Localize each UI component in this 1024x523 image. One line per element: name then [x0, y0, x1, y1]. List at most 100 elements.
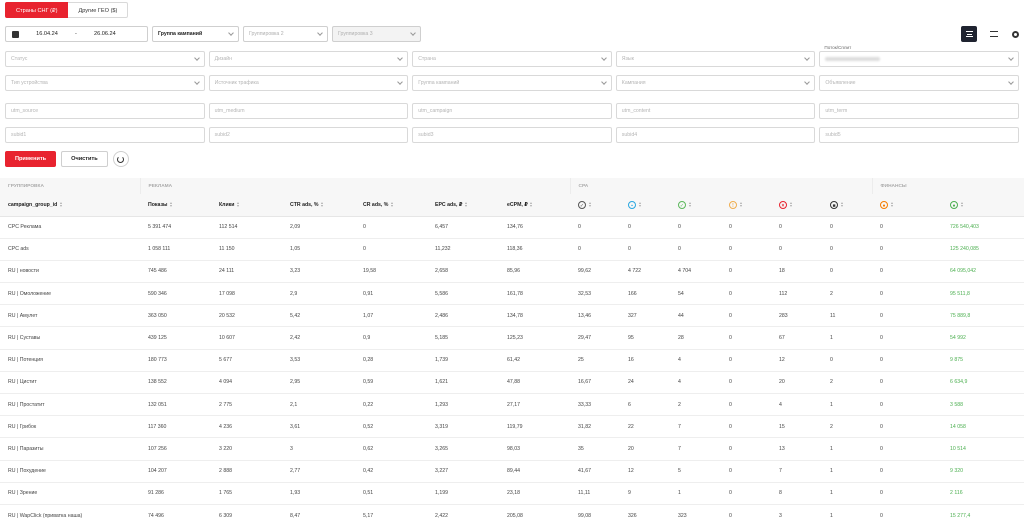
table-row[interactable]: RU | WapClick (приватка наша) 74 496 6 309…: [0, 504, 1024, 523]
table-row[interactable]: RU | Грибок 117 360 4 236 3,61 0,52 3,319 119,…: [0, 415, 1024, 439]
table-cell: 11: [822, 304, 873, 328]
table-cell: 363 050: [140, 304, 211, 328]
column-header[interactable]: Клики: [211, 194, 282, 217]
column-header[interactable]: ●: [942, 194, 1024, 217]
column-header[interactable]: ✓: [570, 194, 620, 217]
table-cell: 24 111: [211, 260, 282, 284]
grouping-3-select[interactable]: Группировка 3: [332, 26, 421, 42]
table-row[interactable]: RU | Омоложение 590 346 17 098 2,9 0,91 5,586…: [0, 282, 1024, 306]
table-cell: 0: [670, 216, 721, 239]
campaign-group-select[interactable]: Группа кампаний: [412, 75, 612, 91]
column-header[interactable]: ▪: [620, 194, 670, 217]
table-cell: 11,232: [427, 238, 499, 261]
utm-campaign-input[interactable]: utm_campaign: [412, 103, 612, 119]
table-cell: 3,319: [427, 415, 499, 439]
table-cell: 2,77: [282, 460, 355, 483]
table-row[interactable]: CPC ads 1 058 111 11 150 1,05 0 11,232 118,36 0…: [0, 238, 1024, 261]
sort-icon: [739, 202, 743, 208]
table-cell: 54: [670, 282, 721, 306]
table-row[interactable]: RU | новости 745 486 24 111 3,23 19,58 2,658 8…: [0, 260, 1024, 284]
utm-medium-input[interactable]: utm_medium: [208, 103, 409, 119]
language-select[interactable]: Язык: [615, 51, 816, 67]
ad-select[interactable]: Объявление: [819, 75, 1019, 91]
filter-toggle-button[interactable]: [961, 26, 977, 42]
utm-term-input[interactable]: utm_term: [819, 103, 1019, 119]
table-cell: 3,23: [282, 260, 355, 284]
table-cell: 0: [620, 238, 670, 261]
table-cell: 327: [620, 304, 670, 328]
table-cell: 91 286: [140, 482, 211, 505]
table-cell: 104 207: [140, 460, 211, 483]
table-row[interactable]: RU | Цистит 138 552 4 094 2,95 0,59 1,621 47,8…: [0, 371, 1024, 395]
status-select[interactable]: Статус: [5, 51, 205, 67]
country-select[interactable]: Страна: [412, 51, 612, 67]
utm-source-input[interactable]: utm_source: [5, 103, 205, 119]
table-cell: 4 722: [620, 260, 670, 284]
subid1-input[interactable]: subid1: [5, 127, 205, 143]
column-header[interactable]: EPC ads, ₽: [427, 194, 499, 217]
column-header[interactable]: ×: [771, 194, 822, 217]
table-cell: 2: [822, 371, 873, 395]
clear-button[interactable]: Очистить: [61, 151, 108, 167]
table-cell: 1: [822, 504, 873, 523]
column-header[interactable]: !: [721, 194, 771, 217]
subid4-input[interactable]: subid4: [615, 127, 816, 143]
chevron-down-icon: [410, 30, 416, 36]
column-settings-button[interactable]: [986, 26, 1002, 42]
table-cell: 85,96: [499, 260, 570, 284]
flow-split-select[interactable]: Поток/Сплит: [819, 45, 1019, 67]
column-header[interactable]: eCPM, ₽: [499, 194, 570, 217]
stats-table: ГРУППИРОВКА РЕКЛАМА CPA ФИНАНСЫ campaign…: [0, 178, 1024, 523]
date-range-picker[interactable]: 16.04.24 - 26.06.24: [5, 26, 148, 42]
column-header[interactable]: CR ads, %: [355, 194, 427, 217]
tab-cis[interactable]: Страны СНГ (₽): [5, 2, 69, 18]
table-row[interactable]: RU | Зрение 91 286 1 765 1,93 0,51 1,199 23,18…: [0, 482, 1024, 505]
table-cell: 35: [570, 437, 620, 461]
table-row[interactable]: RU | Суставы 439 125 10 607 2,42 0,9 5,185 125…: [0, 326, 1024, 350]
group-grouping: ГРУППИРОВКА: [0, 178, 141, 194]
subid3-input[interactable]: subid3: [412, 127, 612, 143]
campaign-group-placeholder: Группа кампаний: [418, 80, 460, 86]
row-campaign-group: CPC Реклама: [0, 216, 140, 239]
utm-content-input[interactable]: utm_content: [615, 103, 816, 119]
grouping-1-select[interactable]: Группа кампаний: [152, 26, 239, 42]
pending-icon: !: [729, 200, 737, 209]
table-cell: 0: [721, 482, 771, 505]
table-row[interactable]: RU | Потенция 180 773 5 677 3,53 0,28 1,739 61…: [0, 349, 1024, 372]
table-row[interactable]: RU | Простатит 132 051 2 775 2,1 0,22 1,293 27…: [0, 393, 1024, 417]
table-row[interactable]: RU | Паразиты 107 256 3 220 3 0,62 3,265 98,03…: [0, 437, 1024, 461]
subid2-input[interactable]: subid2: [208, 127, 409, 143]
column-header[interactable]: Показы: [140, 194, 211, 217]
column-header[interactable]: ✓: [670, 194, 721, 217]
refresh-button[interactable]: [112, 151, 129, 167]
table-cell: 74 496: [140, 504, 211, 523]
table-row[interactable]: CPC Реклама 5 391 474 112 514 2,09 0 6,457 134…: [0, 216, 1024, 239]
table-cell: 0: [721, 282, 771, 306]
table-cell: 2: [822, 282, 873, 306]
design-select[interactable]: Дизайн: [208, 51, 409, 67]
refresh-icon: [117, 155, 125, 163]
device-type-select[interactable]: Тип устройства: [5, 75, 205, 91]
table-row[interactable]: RU | Похудение 104 207 2 888 2,77 0,42 3,227 8…: [0, 460, 1024, 483]
apply-button[interactable]: Применить: [5, 151, 57, 167]
table-cell: 41,67: [570, 460, 620, 483]
tab-other-geo[interactable]: Другие ГЕО ($): [68, 2, 129, 18]
design-placeholder: Дизайн: [214, 56, 233, 62]
settings-button[interactable]: [1007, 26, 1023, 42]
grouping-2-select[interactable]: Группировка 2: [243, 26, 328, 42]
table-row[interactable]: RU | Амулет 363 050 20 532 5,42 1,07 2,486 134…: [0, 304, 1024, 328]
campaign-select[interactable]: Кампания: [615, 75, 816, 91]
traffic-source-select[interactable]: Источник трафика: [208, 75, 409, 91]
table-cell: 18: [771, 260, 822, 284]
table-cell: 6 309: [211, 504, 282, 523]
column-header[interactable]: ●: [872, 194, 943, 217]
table-cell: 0: [872, 349, 943, 372]
filters-row-1: Статус Дизайн Страна Язык Поток/Сплит: [5, 45, 1019, 67]
table-cell: 283: [771, 304, 822, 328]
column-header[interactable]: ■: [822, 194, 873, 217]
column-header[interactable]: campaign_group_id: [0, 194, 140, 217]
table-cell: 326: [620, 504, 670, 523]
sliders-icon: [990, 31, 998, 37]
column-header[interactable]: CTR ads, %: [282, 194, 355, 217]
subid5-input[interactable]: subid5: [819, 127, 1019, 143]
